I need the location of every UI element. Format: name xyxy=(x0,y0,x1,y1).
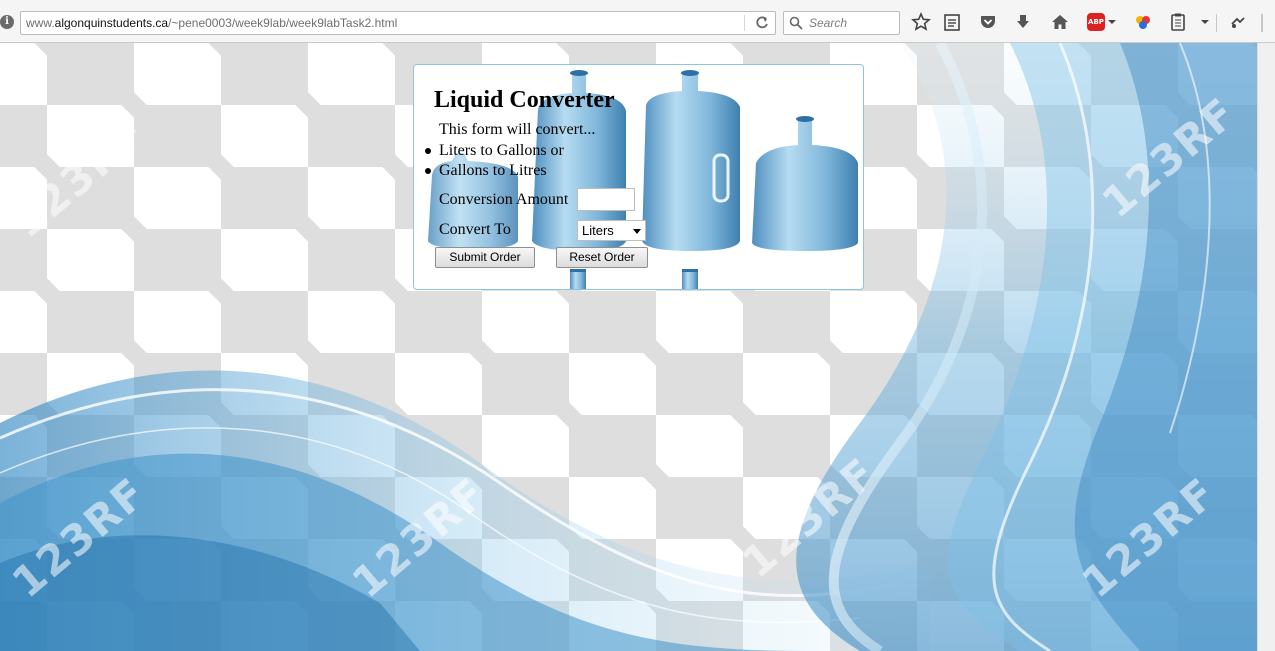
home-icon[interactable] xyxy=(1050,12,1070,32)
conversion-amount-label: Conversion Amount xyxy=(439,191,569,208)
pocket-icon[interactable] xyxy=(978,12,998,32)
url-text: www.algonquinstudents.ca/~pene0003/week9… xyxy=(26,16,398,30)
adblock-dropdown-icon[interactable] xyxy=(1108,20,1116,24)
overflow-menu-icon[interactable] xyxy=(1261,14,1263,32)
search-icon xyxy=(789,16,803,30)
url-bar[interactable]: www.algonquinstudents.ca/~pene0003/week9… xyxy=(20,11,776,35)
convert-to-selected: Liters xyxy=(582,223,614,238)
page-scrollbar[interactable] xyxy=(1257,43,1275,651)
bookmark-star-icon[interactable] xyxy=(911,12,931,32)
browser-toolbar: i www.algonquinstudents.ca/~pene0003/wee… xyxy=(0,0,1275,43)
search-bar[interactable]: Search xyxy=(783,11,900,35)
info-icon[interactable]: i xyxy=(0,15,14,29)
submit-order-button[interactable]: Submit Order xyxy=(435,247,535,268)
url-separator xyxy=(744,15,745,31)
menu-icon[interactable] xyxy=(1228,12,1248,32)
clipboard-dropdown-icon[interactable] xyxy=(1201,20,1209,24)
form-intro: This form will convert... xyxy=(439,121,596,138)
download-icon[interactable] xyxy=(1013,12,1033,32)
convert-to-label: Convert To xyxy=(439,221,511,238)
conversion-options-list: Liters to Gallons or Gallons to Litres xyxy=(425,141,564,181)
conversion-amount-input[interactable] xyxy=(577,188,635,211)
convert-to-select[interactable]: Liters xyxy=(577,220,646,241)
converter-form: Liquid Converter This form will convert.… xyxy=(413,64,864,290)
toolbar-divider xyxy=(1216,14,1217,32)
list-item: Gallons to Litres xyxy=(425,161,564,181)
reset-order-button[interactable]: Reset Order xyxy=(556,247,648,268)
extension-icon[interactable] xyxy=(1133,12,1153,32)
adblock-icon[interactable]: ABP xyxy=(1087,13,1105,31)
form-title: Liquid Converter xyxy=(434,87,615,113)
reload-icon[interactable] xyxy=(753,14,771,32)
search-placeholder: Search xyxy=(809,16,848,30)
chevron-down-icon xyxy=(633,229,641,234)
reading-list-icon[interactable] xyxy=(942,12,962,32)
clipboard-icon[interactable] xyxy=(1168,12,1188,32)
list-item: Liters to Gallons or xyxy=(425,142,564,159)
